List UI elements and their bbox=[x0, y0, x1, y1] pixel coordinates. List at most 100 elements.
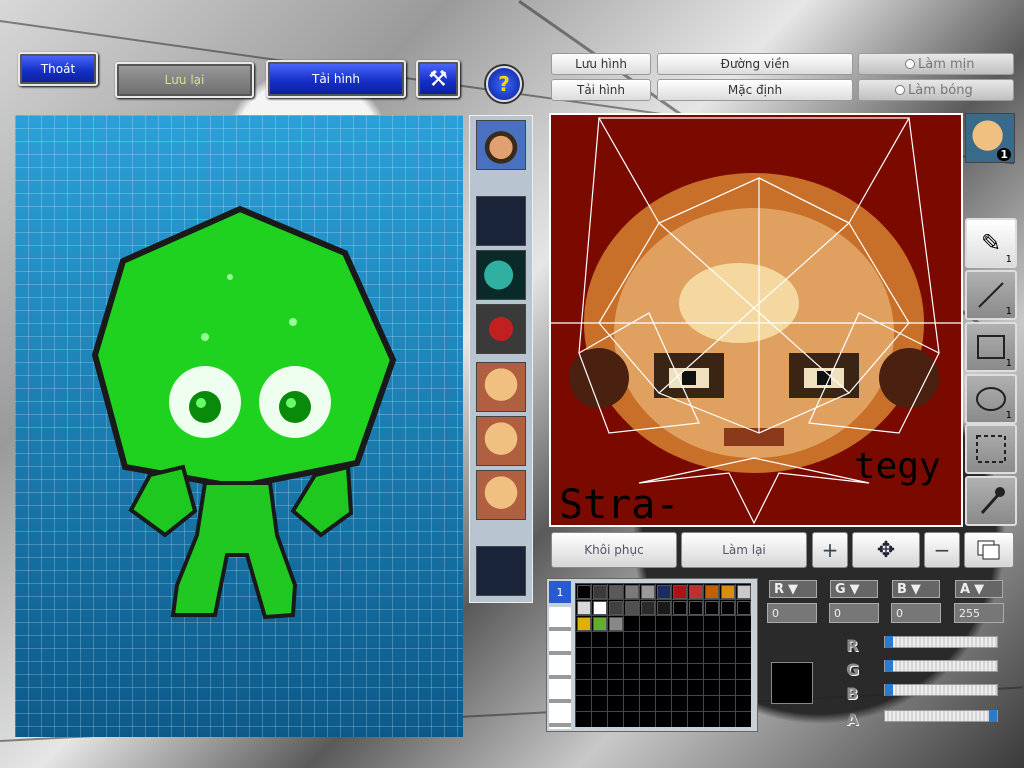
thumb-empty[interactable] bbox=[476, 546, 526, 596]
ellipse-tool-button[interactable]: 1 bbox=[965, 374, 1017, 424]
palette-swatch[interactable] bbox=[721, 585, 735, 599]
ellipse-icon bbox=[976, 387, 1006, 411]
thumb-empty[interactable] bbox=[476, 196, 526, 246]
r-slider-knob[interactable] bbox=[885, 636, 893, 648]
palette-swatch[interactable] bbox=[577, 617, 591, 631]
move-button[interactable]: ✥ bbox=[852, 532, 920, 568]
eyedropper-icon bbox=[980, 487, 1005, 514]
palette-page-tab[interactable]: 1 bbox=[549, 581, 571, 603]
zoom-in-button[interactable]: + bbox=[812, 532, 848, 568]
help-icon[interactable]: ? bbox=[486, 66, 522, 102]
pen-tool-count: 1 bbox=[1005, 254, 1012, 265]
smooth-label: Làm mịn bbox=[918, 56, 975, 72]
palette-swatch[interactable] bbox=[705, 585, 719, 599]
plus-icon: + bbox=[821, 538, 839, 562]
thumb-teal-ball[interactable] bbox=[476, 250, 526, 300]
palette-swatch[interactable] bbox=[721, 601, 735, 615]
palette-swatch[interactable] bbox=[689, 601, 703, 615]
face-texture: Stra- tegy bbox=[549, 115, 963, 528]
palette-swatch[interactable] bbox=[625, 585, 639, 599]
palette-swatch[interactable] bbox=[593, 617, 607, 631]
hammer-button[interactable]: ⚒ bbox=[416, 60, 460, 98]
palette-swatch[interactable] bbox=[593, 601, 607, 615]
b-channel-label: B ▼ bbox=[892, 580, 940, 598]
radio-dot-icon bbox=[905, 59, 915, 69]
shiny-label: Làm bóng bbox=[908, 82, 973, 98]
redo-button[interactable]: Làm lại bbox=[681, 532, 807, 568]
g-slider[interactable] bbox=[884, 660, 998, 672]
texture-canvas[interactable]: Stra- tegy bbox=[549, 113, 963, 528]
select-tool-button[interactable] bbox=[965, 424, 1017, 474]
thumb-man-portrait[interactable] bbox=[476, 120, 526, 170]
current-color-swatch bbox=[771, 662, 813, 704]
b-slider-knob[interactable] bbox=[885, 684, 893, 696]
restore-button[interactable]: Khôi phục bbox=[551, 532, 677, 568]
selection-icon bbox=[976, 435, 1006, 463]
shiny-radio[interactable]: Làm bóng bbox=[858, 79, 1014, 101]
palette-swatch[interactable] bbox=[673, 601, 687, 615]
palette-swatch[interactable] bbox=[689, 585, 703, 599]
palette-swatch[interactable] bbox=[705, 601, 719, 615]
palette-swatch[interactable] bbox=[737, 585, 751, 599]
palette-swatch[interactable] bbox=[609, 585, 623, 599]
a-slider[interactable] bbox=[884, 710, 998, 722]
layer-button[interactable] bbox=[964, 532, 1014, 568]
reload-button[interactable]: Tải hình bbox=[266, 60, 406, 98]
character-preview[interactable] bbox=[15, 115, 463, 737]
thumb-face-3[interactable] bbox=[476, 470, 526, 520]
dropdown-arrow-icon: ▼ bbox=[974, 581, 985, 597]
save-image-tab[interactable]: Lưu hình bbox=[551, 53, 651, 75]
g-value-field[interactable]: 0 bbox=[829, 603, 879, 623]
g-slider-label: G bbox=[846, 660, 860, 679]
a-slider-knob[interactable] bbox=[989, 710, 997, 722]
a-channel-label: A ▼ bbox=[955, 580, 1003, 598]
save-button[interactable]: Lưu lại bbox=[115, 62, 254, 98]
pen-icon: ✎ bbox=[980, 229, 1002, 257]
smooth-radio[interactable]: Làm mịn bbox=[858, 53, 1014, 75]
thumbnail-strip bbox=[469, 115, 533, 603]
face-slot[interactable]: 1 bbox=[965, 113, 1015, 163]
eyedropper-tool-button[interactable] bbox=[965, 476, 1017, 526]
g-slider-knob[interactable] bbox=[885, 660, 893, 672]
canvas-text-right: tegy bbox=[854, 446, 941, 487]
outline-tab[interactable]: Đường viền bbox=[657, 53, 853, 75]
default-tab[interactable]: Mặc định bbox=[657, 79, 853, 101]
dropdown-arrow-icon: ▼ bbox=[910, 581, 921, 597]
palette-swatch[interactable] bbox=[673, 585, 687, 599]
b-slider[interactable] bbox=[884, 684, 998, 696]
rect-tool-button[interactable]: 1 bbox=[965, 322, 1017, 372]
palette-swatch[interactable] bbox=[641, 601, 655, 615]
thumb-red-armor[interactable] bbox=[476, 304, 526, 354]
r-value-field[interactable]: 0 bbox=[767, 603, 817, 623]
canvas-text-left: Stra- bbox=[559, 482, 679, 527]
layers-icon bbox=[977, 540, 1000, 560]
r-channel-label: R ▼ bbox=[769, 580, 817, 598]
palette-swatch[interactable] bbox=[657, 585, 671, 599]
palette-swatch[interactable] bbox=[577, 601, 591, 615]
palette-swatch[interactable] bbox=[593, 585, 607, 599]
thumb-face-1[interactable] bbox=[476, 362, 526, 412]
zoom-out-button[interactable]: − bbox=[924, 532, 960, 568]
palette-swatch[interactable] bbox=[737, 601, 751, 615]
thumb-face-2[interactable] bbox=[476, 416, 526, 466]
g-label-text: G bbox=[835, 581, 846, 597]
palette-swatch[interactable] bbox=[657, 601, 671, 615]
palette-swatch[interactable] bbox=[641, 585, 655, 599]
palette-swatch[interactable] bbox=[625, 601, 639, 615]
b-label-text: B bbox=[897, 581, 907, 597]
palette-swatch[interactable] bbox=[577, 585, 591, 599]
b-value-field[interactable]: 0 bbox=[891, 603, 941, 623]
pen-tool-button[interactable]: ✎ 1 bbox=[965, 218, 1017, 268]
r-slider-label: R bbox=[846, 636, 859, 655]
palette-swatch[interactable] bbox=[609, 601, 623, 615]
a-value-field[interactable]: 255 bbox=[954, 603, 1004, 623]
load-image-tab[interactable]: Tải hình bbox=[551, 79, 651, 101]
line-icon bbox=[978, 282, 1004, 308]
rectangle-icon bbox=[977, 335, 1005, 359]
exit-button[interactable]: Thoát bbox=[18, 52, 98, 86]
r-slider[interactable] bbox=[884, 636, 998, 648]
b-slider-label: B bbox=[846, 684, 859, 703]
green-character-illustration bbox=[91, 205, 397, 620]
line-tool-button[interactable]: 1 bbox=[965, 270, 1017, 320]
palette-swatch[interactable] bbox=[609, 617, 623, 631]
